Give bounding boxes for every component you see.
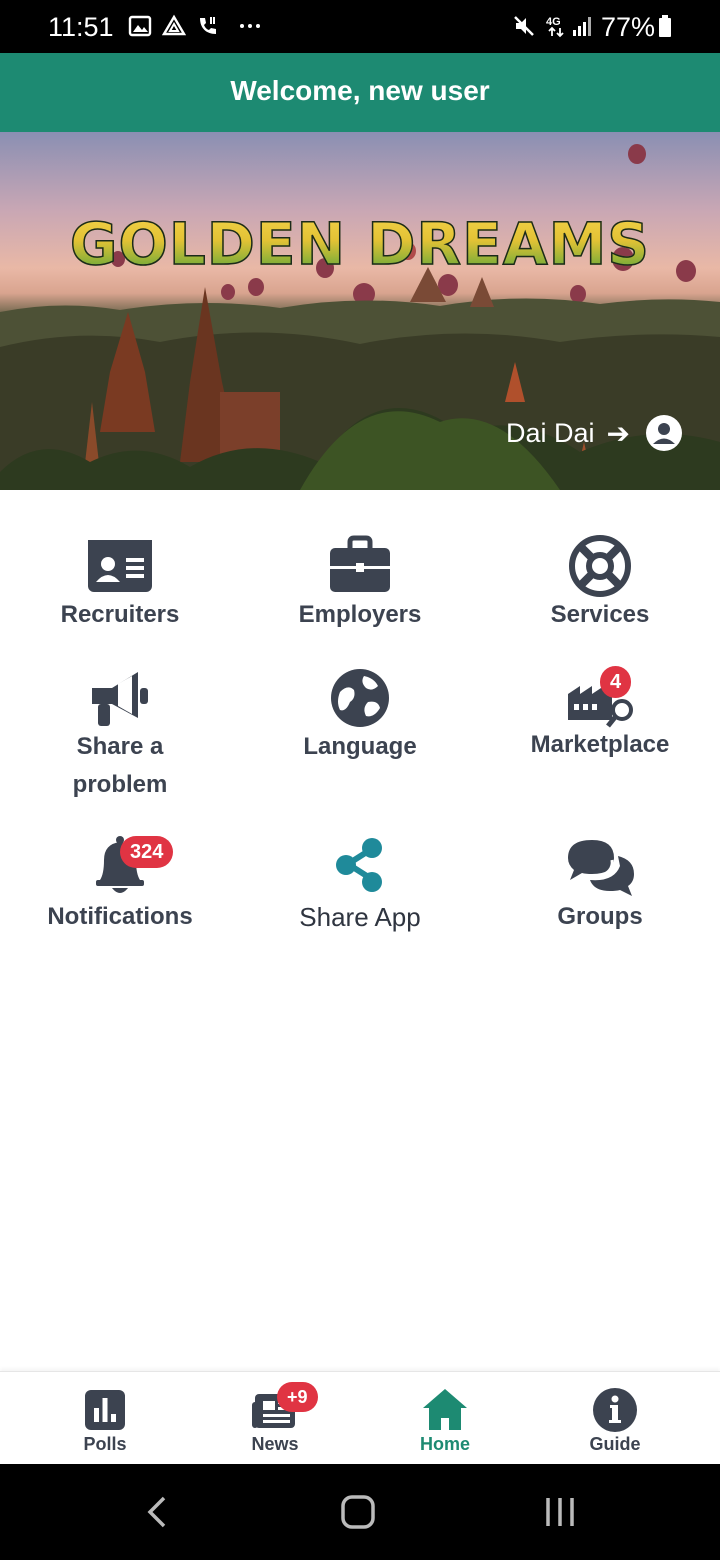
mute-icon	[514, 16, 534, 36]
tile-label-line2: problem	[72, 771, 168, 798]
tile-share-problem[interactable]: Share a problem	[0, 660, 240, 810]
system-nav-bar	[0, 1464, 720, 1560]
home-icon	[423, 1389, 467, 1430]
drive-icon	[162, 14, 186, 36]
status-bar: 11:51 4G 77%	[0, 0, 720, 53]
tile-share-app[interactable]: Share App	[240, 830, 480, 940]
svg-text:4G: 4G	[546, 16, 561, 28]
wifi-call-icon	[200, 17, 216, 34]
tile-notifications[interactable]: 324 Notifications	[0, 830, 240, 940]
user-profile-link[interactable]: Dai Dai ➔	[506, 415, 682, 451]
bottom-nav: Polls +9 News Home Guide	[0, 1371, 720, 1465]
4g-icon: 4G	[546, 16, 564, 38]
life-ring-icon	[569, 535, 631, 597]
nav-label: Guide	[589, 1434, 641, 1454]
tile-label: Employers	[298, 601, 422, 628]
nav-label: News	[251, 1434, 299, 1454]
nav-label: Home	[419, 1434, 470, 1454]
tile-language[interactable]: Language	[240, 660, 480, 810]
app-header: Welcome, new user	[0, 53, 720, 132]
status-time: 11:51	[48, 12, 114, 42]
arrow-right-icon: ➔	[606, 417, 630, 449]
header-title: Welcome, new user	[230, 75, 490, 106]
tile-employers[interactable]: Employers	[240, 520, 480, 640]
battery-icon	[659, 15, 671, 37]
tile-label: Language	[303, 733, 417, 760]
globe-icon	[331, 669, 389, 727]
tile-marketplace[interactable]: 4 Marketplace	[480, 660, 720, 810]
nav-polls[interactable]: Polls	[15, 1372, 195, 1465]
recents-icon[interactable]	[542, 1494, 578, 1530]
user-name: Dai Dai	[506, 417, 595, 448]
briefcase-icon	[330, 535, 390, 592]
megaphone-icon	[92, 672, 148, 726]
tile-label: Services	[550, 601, 650, 628]
tile-label: Notifications	[47, 903, 193, 930]
tile-label: Groups	[557, 903, 643, 930]
chat-bubbles-icon	[568, 840, 634, 896]
nav-home[interactable]: Home	[355, 1372, 535, 1465]
signal-icon	[573, 17, 591, 36]
tile-label-line1: Share a	[76, 733, 164, 760]
more-dots-icon	[240, 24, 260, 28]
hero-banner: GOLDEN DREAMS Dai Dai ➔	[0, 132, 720, 490]
tile-label: Marketplace	[530, 731, 670, 758]
brand-logo-text: GOLDEN DREAMS	[0, 209, 720, 279]
poll-icon	[85, 1390, 125, 1430]
tile-groups[interactable]: Groups	[480, 830, 720, 940]
marketplace-badge: 4	[600, 666, 632, 698]
news-badge: +9	[277, 1382, 318, 1412]
home-button-icon[interactable]	[340, 1494, 376, 1530]
user-avatar-icon	[646, 415, 682, 451]
nav-label: Polls	[83, 1434, 127, 1454]
nav-guide[interactable]: Guide	[525, 1372, 705, 1465]
info-icon	[593, 1388, 637, 1432]
image-icon	[128, 15, 152, 37]
share-icon	[336, 838, 382, 892]
notifications-badge: 324	[120, 836, 174, 868]
tile-label: Share App	[299, 902, 421, 932]
tile-recruiters[interactable]: Recruiters	[0, 520, 240, 640]
id-card-icon	[88, 540, 152, 592]
nav-news[interactable]: +9 News	[185, 1372, 365, 1465]
tile-label: Recruiters	[60, 601, 180, 628]
back-icon[interactable]	[144, 1494, 170, 1530]
tile-services[interactable]: Services	[480, 520, 720, 640]
battery-percent: 77%	[601, 12, 656, 42]
